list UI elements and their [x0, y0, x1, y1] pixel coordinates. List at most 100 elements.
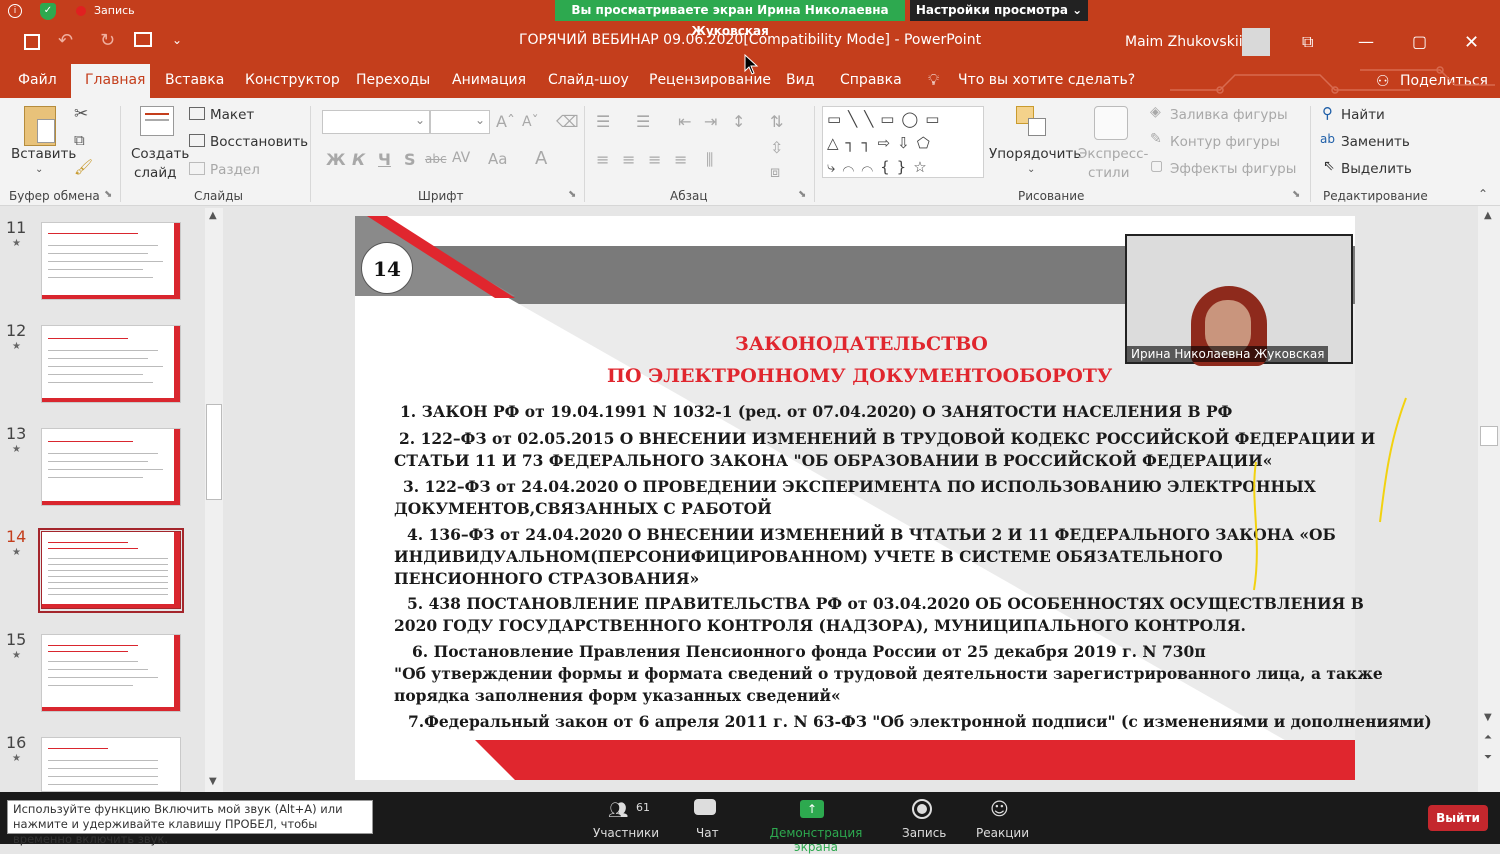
record-button[interactable]: Запись — [898, 792, 946, 844]
mouse-cursor-icon — [744, 54, 759, 75]
layout-button[interactable]: Макет — [210, 107, 254, 123]
font-group-label: Шрифт — [418, 189, 464, 203]
align-right-icon[interactable]: ≡ — [648, 150, 661, 169]
scroll-down-icon[interactable]: ▼ — [209, 776, 217, 787]
font-launcher-icon[interactable]: ⬊ — [568, 189, 576, 200]
quick-styles-icon — [1094, 106, 1128, 140]
scroll-up-icon[interactable]: ▲ — [1484, 210, 1492, 221]
tab-view[interactable]: Вид — [786, 72, 814, 88]
tab-home[interactable]: Главная — [85, 72, 145, 88]
shape-fill-button[interactable]: Заливка фигуры — [1170, 107, 1288, 123]
underline-button[interactable]: Ч — [378, 150, 391, 169]
shapes-gallery[interactable]: ▭╲╲▭◯▭ △┐┐⇨⇩⬠ ⤷⌒⌒{}☆ — [822, 106, 984, 178]
close-icon[interactable]: ✕ — [1464, 32, 1479, 53]
justify-icon[interactable]: ≡ — [674, 150, 687, 169]
collapse-ribbon-icon[interactable]: ⌃ — [1478, 187, 1488, 201]
char-spacing-button[interactable]: AV — [452, 150, 470, 166]
increase-indent-icon[interactable]: ⇥ — [704, 112, 717, 131]
paste-dropdown-icon[interactable]: ⌄ — [35, 164, 43, 175]
bullets-icon[interactable]: ☰ — [596, 112, 610, 131]
tab-file[interactable]: Файл — [18, 72, 57, 88]
slide-thumbnail-15[interactable] — [41, 634, 181, 712]
info-icon[interactable]: i — [8, 4, 22, 18]
clear-format-icon[interactable]: ⌫ — [556, 112, 579, 131]
maximize-icon[interactable]: ▢ — [1412, 32, 1427, 51]
tab-design[interactable]: Конструктор — [245, 72, 340, 88]
tab-help[interactable]: Справка — [840, 72, 902, 88]
avatar[interactable] — [1242, 28, 1270, 56]
scroll-thumb[interactable] — [1480, 426, 1498, 446]
numbering-icon[interactable]: ☰ — [636, 112, 650, 131]
text-direction-icon[interactable]: ⇅ — [770, 112, 783, 131]
font-size-dropdown[interactable]: ⌄ — [430, 110, 490, 134]
arrange-dropdown-icon[interactable]: ⌄ — [1027, 164, 1035, 175]
font-color-button[interactable]: A — [535, 148, 547, 169]
replace-button[interactable]: Заменить — [1341, 134, 1410, 150]
tab-slideshow[interactable]: Слайд-шоу — [548, 72, 629, 88]
reactions-button[interactable]: ☺ Реакции — [972, 792, 1029, 844]
change-case-button[interactable]: Aa — [488, 150, 507, 168]
slide-thumbnail-11[interactable] — [41, 222, 181, 300]
scroll-thumb[interactable] — [206, 404, 222, 500]
share-screen-label: Демонстрация экрана — [769, 826, 863, 854]
participants-button[interactable]: 👥︎ 61 Участники — [588, 792, 659, 844]
new-slide-button[interactable]: Создать — [131, 146, 189, 162]
tell-me-input[interactable]: Что вы хотите сделать? — [958, 72, 1135, 88]
drawing-group-label: Рисование — [1018, 189, 1085, 203]
tab-insert[interactable]: Вставка — [165, 72, 224, 88]
tab-transitions[interactable]: Переходы — [356, 72, 430, 88]
quick-styles-button[interactable]: Экспресс- — [1078, 146, 1148, 162]
shape-outline-button[interactable]: Контур фигуры — [1170, 134, 1280, 150]
font-name-dropdown[interactable]: ⌄ — [322, 110, 430, 134]
cut-icon[interactable]: ✂ — [74, 104, 88, 124]
presenter-video[interactable]: Ирина Николаевна Жуковская — [1125, 234, 1353, 366]
shape-effects-button[interactable]: Эффекты фигуры — [1170, 161, 1296, 177]
italic-button[interactable]: К — [352, 150, 365, 169]
paragraph-launcher-icon[interactable]: ⬊ — [798, 189, 806, 200]
reset-button[interactable]: Восстановить — [210, 134, 308, 150]
shrink-font-icon[interactable]: Aˇ — [522, 114, 539, 130]
slide-thumbnail-14[interactable] — [41, 531, 181, 609]
line-spacing-icon[interactable]: ↕ — [732, 112, 745, 131]
chat-icon — [694, 799, 716, 815]
smartart-icon[interactable]: ⧈ — [770, 162, 780, 182]
clipboard-launcher-icon[interactable]: ⬊ — [104, 189, 112, 200]
previous-slide-icon[interactable]: ⏶ — [1484, 732, 1492, 743]
bold-button[interactable]: Ж — [326, 150, 346, 169]
scroll-down-icon[interactable]: ▼ — [1484, 712, 1492, 723]
exit-button[interactable]: Выйти — [1428, 805, 1488, 831]
drawing-launcher-icon[interactable]: ⬊ — [1292, 189, 1300, 200]
view-settings-button[interactable]: Настройки просмотра ⌄ — [910, 0, 1088, 21]
decrease-indent-icon[interactable]: ⇤ — [678, 112, 691, 131]
select-button[interactable]: Выделить — [1341, 161, 1412, 177]
align-center-icon[interactable]: ≡ — [622, 150, 635, 169]
slide-thumbnail-13[interactable] — [41, 428, 181, 506]
chat-button[interactable]: Чат — [686, 792, 726, 844]
tab-animations[interactable]: Анимация — [452, 72, 526, 88]
slide-thumbnail-12[interactable] — [41, 325, 181, 403]
find-button[interactable]: Найти — [1341, 107, 1385, 123]
scroll-up-icon[interactable]: ▲ — [209, 210, 217, 221]
columns-icon[interactable]: ⫼ — [706, 150, 713, 170]
slide-thumbnail-16[interactable] — [41, 737, 181, 792]
grow-font-icon[interactable]: Aˆ — [496, 112, 515, 131]
arrange-button[interactable]: Упорядочить — [989, 146, 1081, 162]
strikethrough-button[interactable]: abc — [425, 152, 447, 166]
shield-icon[interactable]: ✓ — [40, 3, 56, 20]
new-slide-button-line2[interactable]: слайд — [134, 165, 176, 181]
slide-scrollbar[interactable]: ▲ ▼ ⏶ ⏷ — [1478, 206, 1500, 792]
minimize-icon[interactable]: — — [1358, 32, 1374, 51]
thumbnail-scrollbar[interactable]: ▲ ▼ — [205, 208, 223, 792]
align-text-icon[interactable]: ⇳ — [770, 138, 783, 157]
copy-icon[interactable]: ⧉ — [74, 131, 85, 149]
ribbon-display-icon[interactable]: ⧉ — [1302, 32, 1313, 52]
format-painter-icon[interactable]: 🖌︎ — [74, 158, 93, 176]
section-button[interactable]: Раздел — [210, 162, 260, 178]
paste-button[interactable]: Вставить — [11, 146, 76, 162]
quick-styles-button-line2[interactable]: стили — [1088, 165, 1129, 181]
share-screen-button[interactable]: ↑ Демонстрация экрана — [750, 792, 880, 854]
next-slide-icon[interactable]: ⏷ — [1484, 752, 1492, 763]
shadow-button[interactable]: S — [404, 150, 416, 169]
align-left-icon[interactable]: ≡ — [596, 150, 609, 169]
user-name[interactable]: Maim Zhukovskii — [1125, 34, 1243, 50]
